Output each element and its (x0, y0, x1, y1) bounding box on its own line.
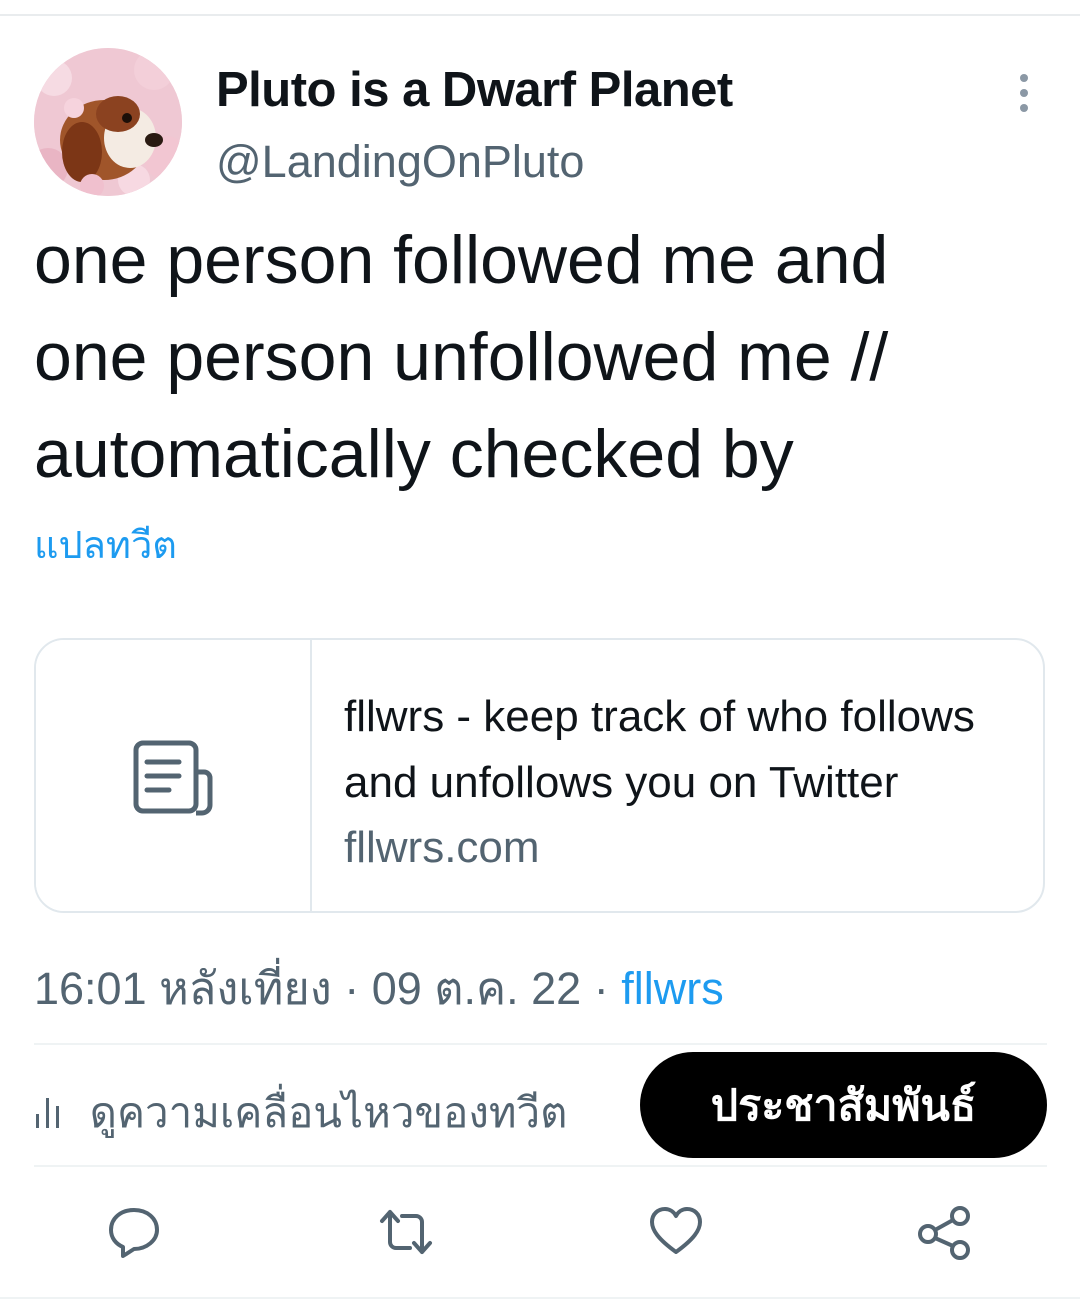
document-icon (133, 740, 213, 816)
card-title: fllwrs - keep track of who follows and u… (344, 692, 975, 807)
avatar[interactable] (34, 48, 182, 196)
card-thumbnail (36, 640, 312, 911)
translate-tweet-link[interactable]: แปลทวีต (34, 514, 177, 575)
card-body: fllwrs - keep track of who follows and u… (344, 684, 1024, 880)
tweet-meta: 16:01 หลังเที่ยง · 09 ต.ค. 22 · fllwrs (34, 952, 724, 1024)
promoted-label: ประชาสัมพันธ์ (710, 1082, 977, 1130)
analytics-icon (34, 1092, 64, 1140)
link-card[interactable]: fllwrs - keep track of who follows and u… (34, 638, 1045, 913)
activity-label: ดูความเคลื่อนไหวของทวีต (89, 1089, 568, 1136)
more-dot (1020, 74, 1028, 82)
tweet-date[interactable]: 09 ต.ค. 22 (372, 963, 581, 1014)
dog-avatar-image (34, 48, 182, 196)
more-options-button[interactable] (1004, 70, 1044, 116)
promoted-toast[interactable]: ประชาสัมพันธ์ (640, 1052, 1047, 1158)
like-icon (650, 1207, 702, 1254)
user-handle[interactable]: @LandingOnPluto (216, 136, 584, 188)
tweet-text: one person followed me and one person un… (34, 222, 889, 492)
reply-button[interactable] (106, 1204, 162, 1260)
view-tweet-activity[interactable]: ดูความเคลื่อนไหวของทวีต (34, 1080, 567, 1146)
bottom-divider (0, 1297, 1080, 1299)
share-icon (918, 1206, 970, 1260)
reply-icon (109, 1208, 159, 1258)
meta-separator: · (344, 963, 360, 1014)
top-divider (0, 14, 1080, 16)
card-domain: fllwrs.com (344, 823, 540, 872)
more-dot (1020, 89, 1028, 97)
meta-separator: · (593, 963, 609, 1014)
divider (34, 1043, 1047, 1045)
tweet-source-link[interactable]: fllwrs (621, 963, 723, 1014)
more-dot (1020, 104, 1028, 112)
display-name[interactable]: Pluto is a Dwarf Planet (216, 62, 733, 118)
divider (34, 1165, 1047, 1167)
retweet-button[interactable] (378, 1204, 434, 1260)
retweet-icon (380, 1210, 432, 1254)
share-button[interactable] (916, 1204, 972, 1260)
like-button[interactable] (648, 1204, 704, 1260)
tweet-time[interactable]: 16:01 หลังเที่ยง (34, 963, 332, 1014)
